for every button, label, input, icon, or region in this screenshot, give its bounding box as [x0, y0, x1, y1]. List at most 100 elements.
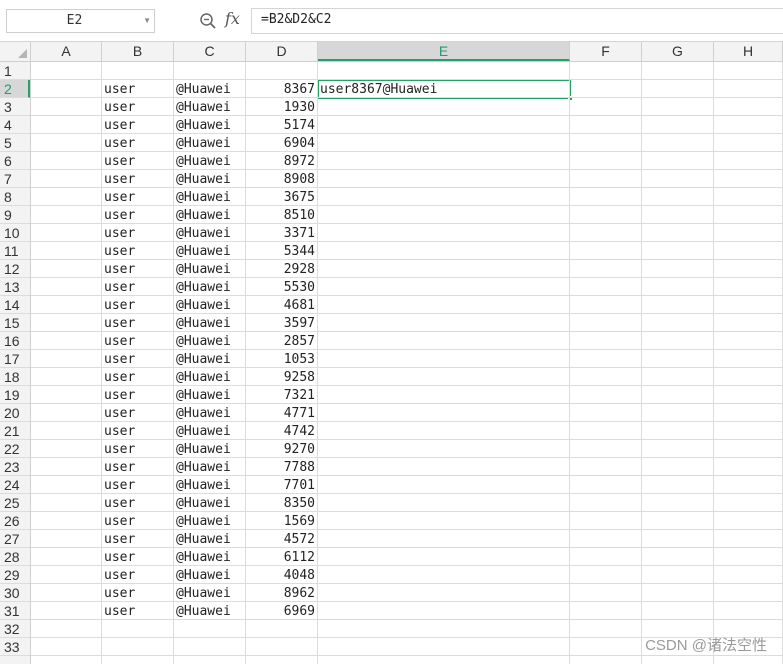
cell-c7[interactable]: @Huawei — [174, 170, 245, 188]
column-header-h[interactable]: H — [714, 42, 783, 61]
name-box-value[interactable]: E2 — [7, 10, 142, 32]
cell-c31[interactable]: @Huawei — [174, 602, 245, 620]
cell-b16[interactable]: user — [102, 332, 173, 350]
row-header-27[interactable]: 27 — [0, 530, 30, 548]
cell-d11[interactable]: 5344 — [246, 242, 317, 260]
cell-d24[interactable]: 7701 — [246, 476, 317, 494]
cell-d2[interactable]: 8367 — [246, 80, 317, 98]
cell-c28[interactable]: @Huawei — [174, 548, 245, 566]
cell-d21[interactable]: 4742 — [246, 422, 317, 440]
cell-d27[interactable]: 4572 — [246, 530, 317, 548]
cell-d22[interactable]: 9270 — [246, 440, 317, 458]
cell-b11[interactable]: user — [102, 242, 173, 260]
row-header-7[interactable]: 7 — [0, 170, 30, 188]
row-header-9[interactable]: 9 — [0, 206, 30, 224]
cell-d16[interactable]: 2857 — [246, 332, 317, 350]
cell-c14[interactable]: @Huawei — [174, 296, 245, 314]
row-header-23[interactable]: 23 — [0, 458, 30, 476]
cell-c6[interactable]: @Huawei — [174, 152, 245, 170]
row-header-12[interactable]: 12 — [0, 260, 30, 278]
cell-c24[interactable]: @Huawei — [174, 476, 245, 494]
cell-c11[interactable]: @Huawei — [174, 242, 245, 260]
cell-c25[interactable]: @Huawei — [174, 494, 245, 512]
cell-b26[interactable]: user — [102, 512, 173, 530]
cell-b30[interactable]: user — [102, 584, 173, 602]
cell-d14[interactable]: 4681 — [246, 296, 317, 314]
row-header-32[interactable]: 32 — [0, 620, 30, 638]
cell-b8[interactable]: user — [102, 188, 173, 206]
cell-d17[interactable]: 1053 — [246, 350, 317, 368]
column-header-a[interactable]: A — [31, 42, 102, 61]
cell-b23[interactable]: user — [102, 458, 173, 476]
cell-d31[interactable]: 6969 — [246, 602, 317, 620]
row-header-24[interactable]: 24 — [0, 476, 30, 494]
cell-d28[interactable]: 6112 — [246, 548, 317, 566]
cell-c19[interactable]: @Huawei — [174, 386, 245, 404]
cell-c22[interactable]: @Huawei — [174, 440, 245, 458]
cell-c18[interactable]: @Huawei — [174, 368, 245, 386]
column-header-d[interactable]: D — [246, 42, 318, 61]
cell-d19[interactable]: 7321 — [246, 386, 317, 404]
cell-b10[interactable]: user — [102, 224, 173, 242]
cell-b13[interactable]: user — [102, 278, 173, 296]
chevron-down-icon[interactable]: ▼ — [143, 10, 151, 32]
name-box[interactable]: E2 ▼ — [6, 9, 155, 33]
column-header-c[interactable]: C — [174, 42, 246, 61]
row-header-6[interactable]: 6 — [0, 152, 30, 170]
row-header-2[interactable]: 2 — [0, 80, 30, 98]
cell-d9[interactable]: 8510 — [246, 206, 317, 224]
cell-c29[interactable]: @Huawei — [174, 566, 245, 584]
cell-d10[interactable]: 3371 — [246, 224, 317, 242]
cell-d7[interactable]: 8908 — [246, 170, 317, 188]
column-header-g[interactable]: G — [642, 42, 714, 61]
cell-c13[interactable]: @Huawei — [174, 278, 245, 296]
cell-c27[interactable]: @Huawei — [174, 530, 245, 548]
cell-b6[interactable]: user — [102, 152, 173, 170]
row-header-28[interactable]: 28 — [0, 548, 30, 566]
row-header-21[interactable]: 21 — [0, 422, 30, 440]
formula-text[interactable]: =B2&D2&C2 — [261, 12, 331, 27]
row-header-20[interactable]: 20 — [0, 404, 30, 422]
cell-b21[interactable]: user — [102, 422, 173, 440]
row-header-19[interactable]: 19 — [0, 386, 30, 404]
cell-d12[interactable]: 2928 — [246, 260, 317, 278]
column-header-b[interactable]: B — [102, 42, 174, 61]
row-header-13[interactable]: 13 — [0, 278, 30, 296]
cell-d25[interactable]: 8350 — [246, 494, 317, 512]
cell-b3[interactable]: user — [102, 98, 173, 116]
row-header-16[interactable]: 16 — [0, 332, 30, 350]
row-header-10[interactable]: 10 — [0, 224, 30, 242]
cell-d20[interactable]: 4771 — [246, 404, 317, 422]
cell-d5[interactable]: 6904 — [246, 134, 317, 152]
cell-c26[interactable]: @Huawei — [174, 512, 245, 530]
cell-c5[interactable]: @Huawei — [174, 134, 245, 152]
cell-c23[interactable]: @Huawei — [174, 458, 245, 476]
row-header-18[interactable]: 18 — [0, 368, 30, 386]
cell-d3[interactable]: 1930 — [246, 98, 317, 116]
cell-c3[interactable]: @Huawei — [174, 98, 245, 116]
select-all-icon[interactable] — [18, 49, 27, 58]
row-header-33[interactable]: 33 — [0, 638, 30, 656]
cell-d23[interactable]: 7788 — [246, 458, 317, 476]
cell-c9[interactable]: @Huawei — [174, 206, 245, 224]
cell-c20[interactable]: @Huawei — [174, 404, 245, 422]
column-header-e[interactable]: E — [318, 42, 570, 61]
row-header-17[interactable]: 17 — [0, 350, 30, 368]
cell-c8[interactable]: @Huawei — [174, 188, 245, 206]
row-header-30[interactable]: 30 — [0, 584, 30, 602]
cell-b31[interactable]: user — [102, 602, 173, 620]
cell-b27[interactable]: user — [102, 530, 173, 548]
cell-c12[interactable]: @Huawei — [174, 260, 245, 278]
cell-d29[interactable]: 4048 — [246, 566, 317, 584]
cell-c16[interactable]: @Huawei — [174, 332, 245, 350]
row-header-25[interactable]: 25 — [0, 494, 30, 512]
cell-b29[interactable]: user — [102, 566, 173, 584]
cell-b14[interactable]: user — [102, 296, 173, 314]
cell-d18[interactable]: 9258 — [246, 368, 317, 386]
cell-d15[interactable]: 3597 — [246, 314, 317, 332]
cell-d30[interactable]: 8962 — [246, 584, 317, 602]
fx-icon[interactable]: fx — [225, 9, 240, 28]
row-header-3[interactable]: 3 — [0, 98, 30, 116]
cell-b19[interactable]: user — [102, 386, 173, 404]
cell-c4[interactable]: @Huawei — [174, 116, 245, 134]
